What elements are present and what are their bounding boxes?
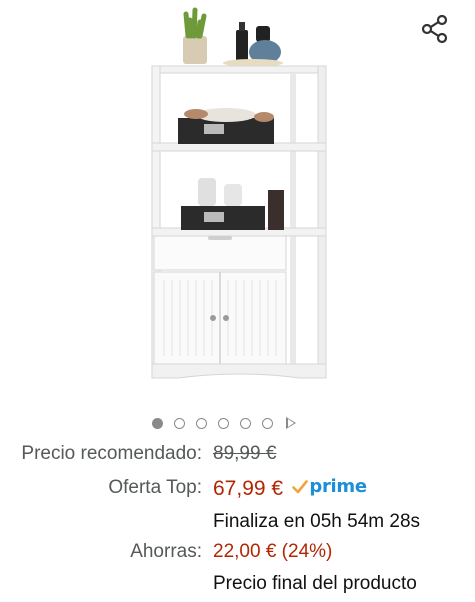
prime-badge[interactable]: prime [292,475,367,499]
carousel-dot-6[interactable] [262,417,273,429]
product-image[interactable] [0,0,475,400]
carousel-dot-5[interactable] [240,417,251,429]
carousel-dot-1[interactable] [152,417,163,429]
image-carousel-indicator[interactable] [152,414,296,432]
cabinet-illustration [151,7,327,379]
deal-label: Oferta Top: [108,477,202,498]
prime-label: prime [309,476,367,497]
deal-countdown: Finaliza en 05h 54m 28s [213,511,421,532]
deal-price-row: 67,99 € prime [213,475,367,502]
final-price-note: Precio final del producto [213,573,417,594]
carousel-dot-2[interactable] [174,417,185,429]
carousel-dot-4[interactable] [218,417,229,429]
play-icon[interactable] [286,417,296,429]
list-price-label: Precio recomendado: [21,443,202,464]
check-icon [292,480,309,494]
deal-price: 67,99 € [213,477,284,500]
list-price: 89,99 € [213,443,277,464]
savings-value: 22,00 € (24%) [213,541,333,562]
carousel-dot-3[interactable] [196,417,207,429]
savings-label: Ahorras: [130,541,202,562]
